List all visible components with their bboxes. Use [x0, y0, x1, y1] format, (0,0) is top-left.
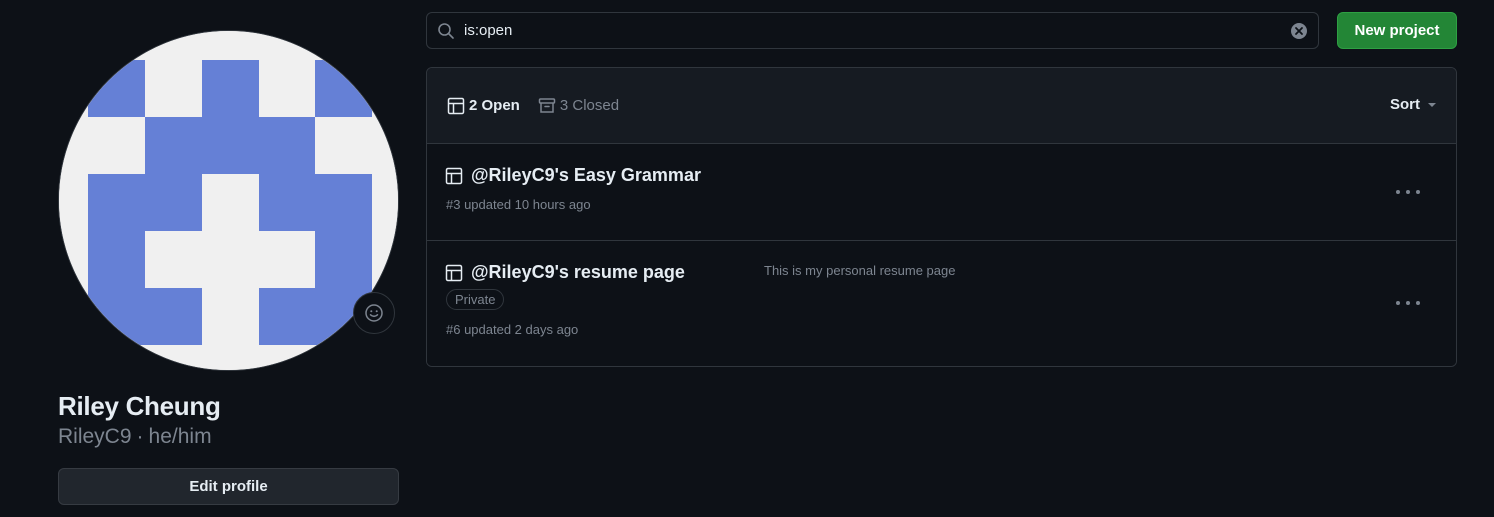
project-meta: #6 updated 2 days ago	[446, 322, 579, 337]
project-title: @RileyC9's resume page	[471, 262, 685, 282]
search-icon	[438, 23, 454, 39]
table-icon	[447, 97, 465, 114]
project-row: @RileyC9's resume page This is my person…	[427, 241, 1456, 366]
tab-closed[interactable]: 3 Closed	[538, 97, 619, 115]
separator: ·	[136, 425, 144, 448]
sort-dropdown[interactable]: Sort	[1390, 96, 1436, 113]
tab-open[interactable]: 2 Open	[447, 97, 520, 115]
project-description: This is my personal resume page	[764, 263, 956, 278]
status-emoji-button[interactable]	[353, 292, 395, 334]
project-meta: #3 updated 10 hours ago	[446, 197, 591, 212]
profile-pronouns: he/him	[148, 425, 212, 448]
profile-username: RileyC9	[58, 425, 132, 448]
search-bar	[426, 12, 1319, 49]
projects-box: 2 Open 3 Closed Sort @RileyC9's Easy Gra…	[426, 67, 1457, 367]
identicon-image	[59, 31, 398, 370]
edit-profile-button[interactable]: Edit profile	[58, 468, 399, 505]
profile-username-line: RileyC9 · he/him	[58, 425, 212, 449]
table-icon	[445, 264, 463, 281]
smiley-icon	[365, 304, 383, 322]
avatar[interactable]	[58, 30, 399, 371]
archive-icon	[538, 97, 556, 113]
tab-open-label: 2 Open	[469, 97, 520, 114]
projects-header: 2 Open 3 Closed Sort	[427, 68, 1456, 144]
chevron-down-icon	[1428, 102, 1436, 107]
project-title-link[interactable]: @RileyC9's Easy Grammar	[445, 165, 701, 186]
project-row: @RileyC9's Easy Grammar #3 updated 10 ho…	[427, 144, 1456, 241]
table-icon	[445, 167, 463, 184]
sort-label: Sort	[1390, 96, 1420, 113]
project-title-link[interactable]: @RileyC9's resume page	[445, 262, 685, 283]
clear-icon[interactable]	[1290, 22, 1308, 40]
search-input[interactable]	[464, 22, 1264, 39]
tab-closed-label: 3 Closed	[559, 97, 620, 114]
private-badge: Private	[446, 289, 505, 310]
more-options-icon[interactable]	[1396, 184, 1420, 200]
profile-name: Riley Cheung	[58, 391, 221, 421]
more-options-icon[interactable]	[1396, 295, 1420, 311]
project-title: @RileyC9's Easy Grammar	[471, 165, 701, 185]
avatar-wrapper	[58, 30, 399, 371]
new-project-button[interactable]: New project	[1337, 12, 1457, 49]
